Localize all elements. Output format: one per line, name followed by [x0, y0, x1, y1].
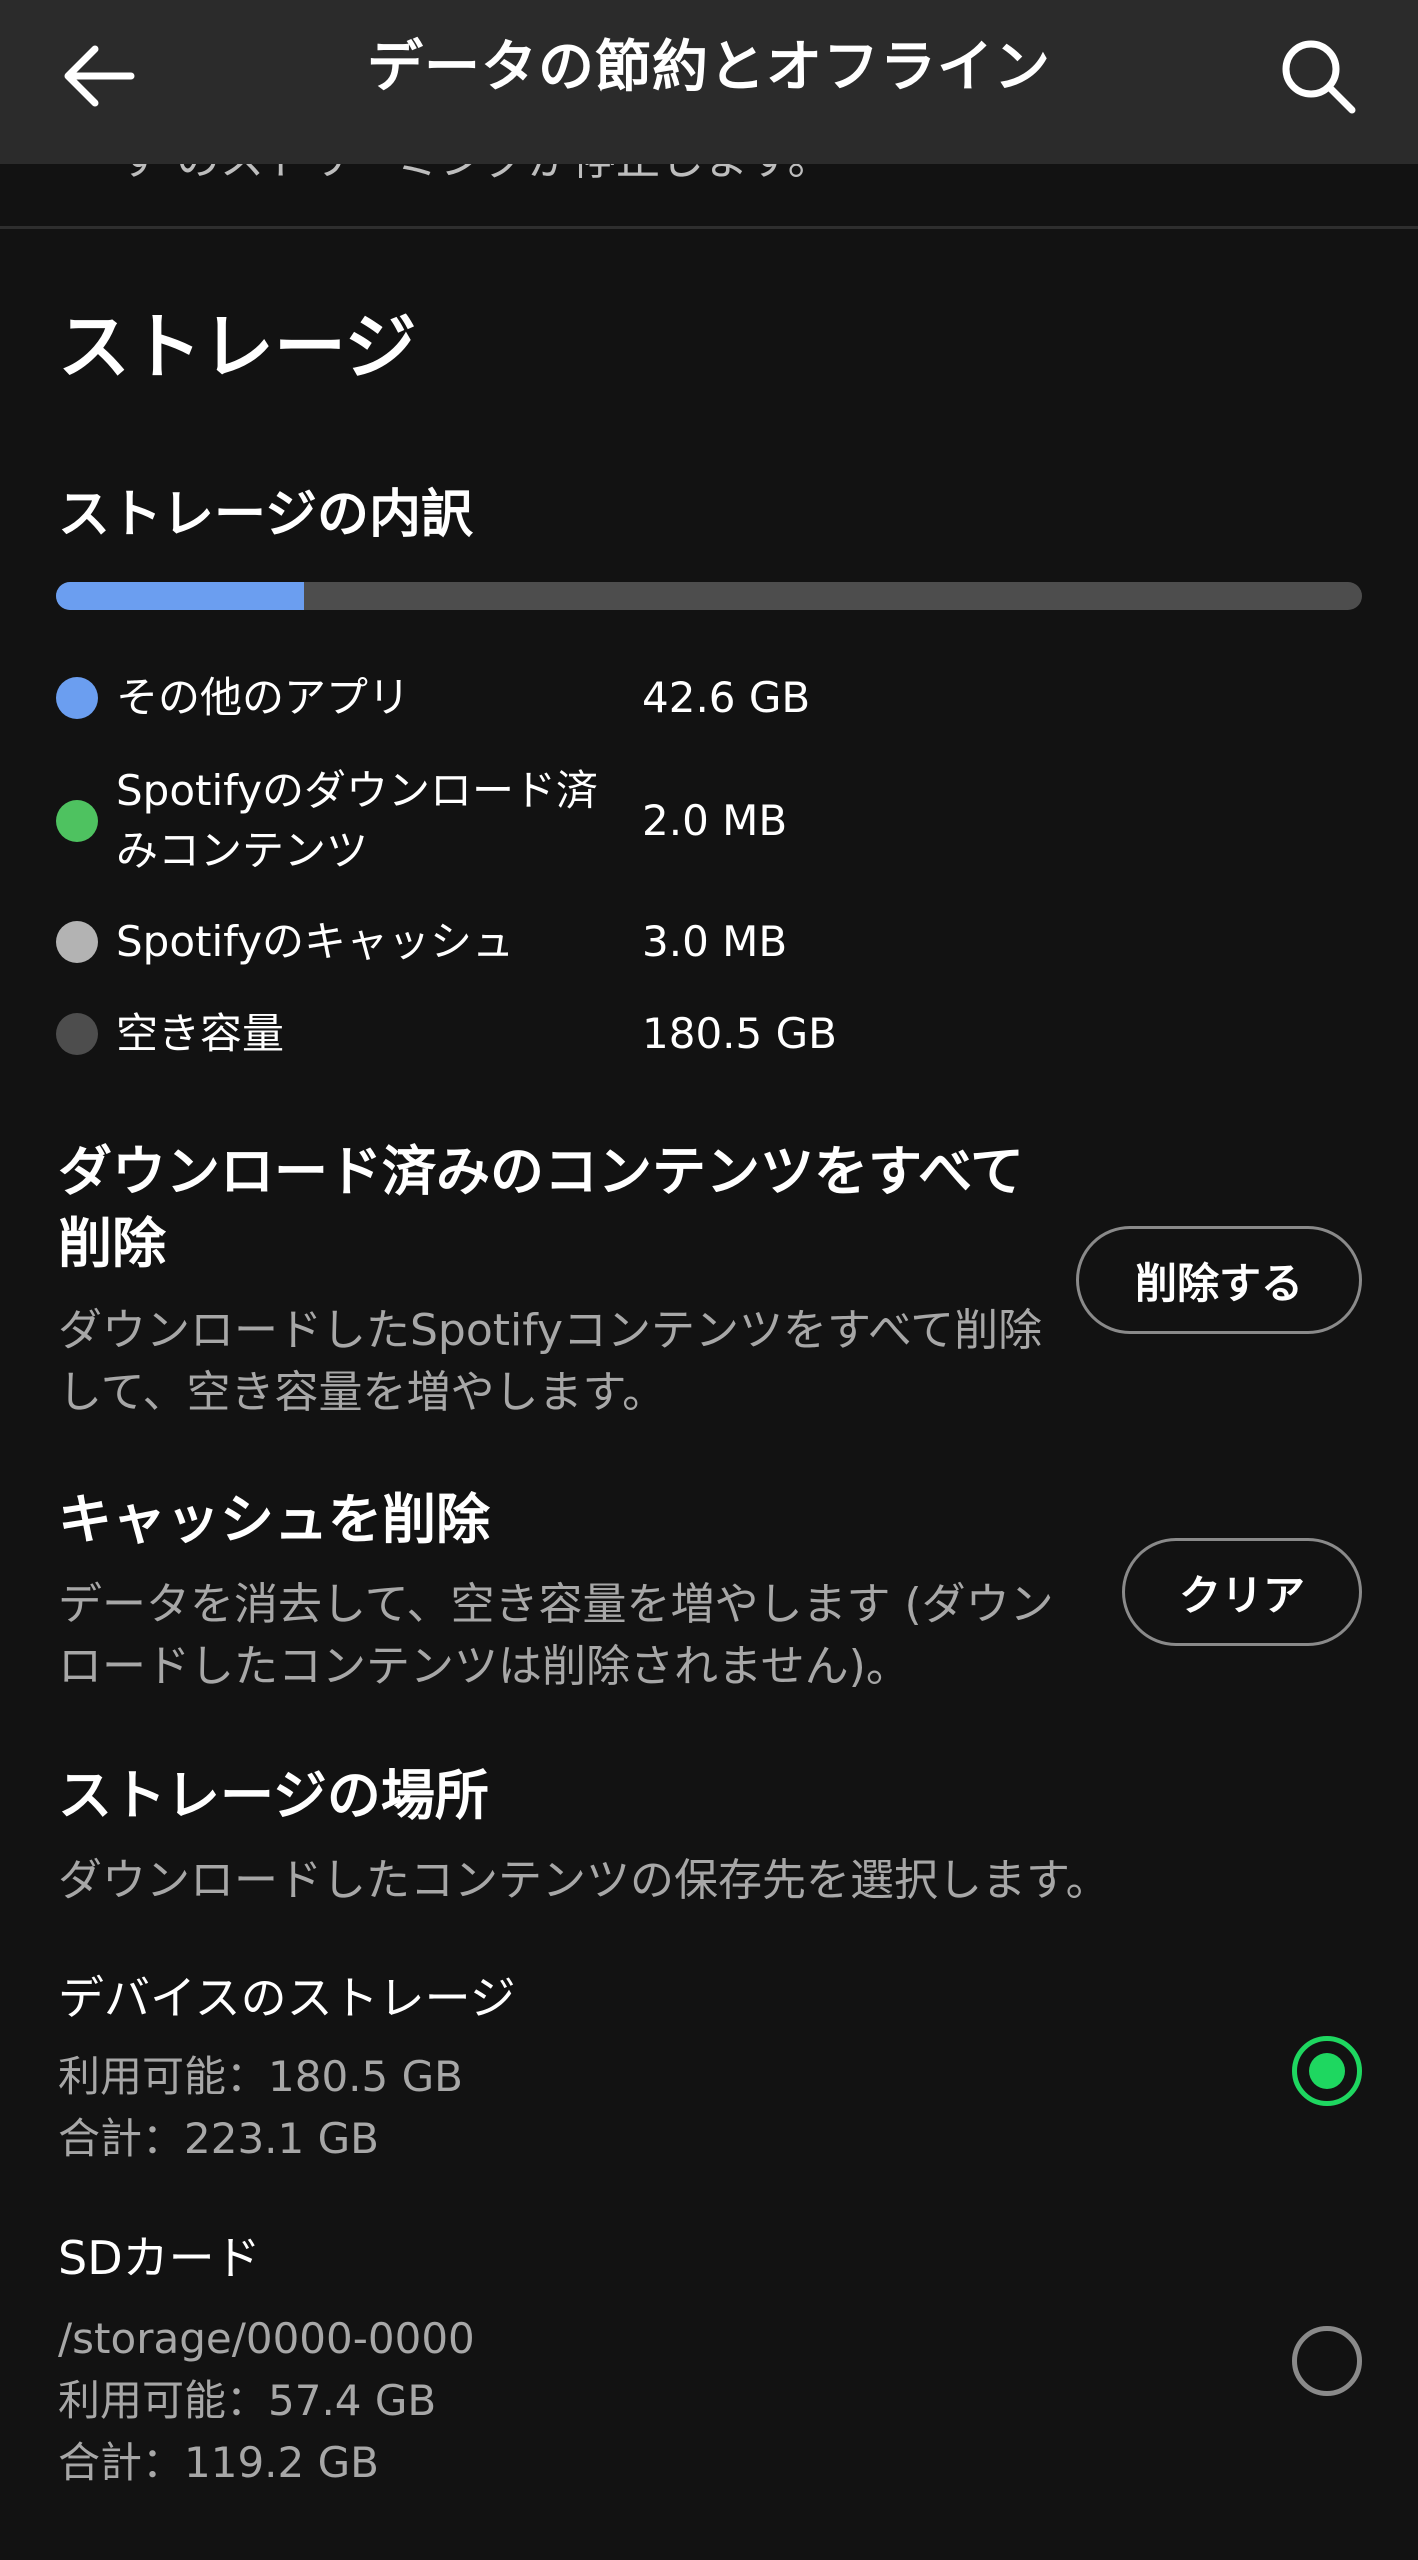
storage-option-name: デバイスのストレージ [58, 1971, 516, 2025]
storage-option-total: 合計：223.1 GB [58, 2114, 379, 2163]
search-icon [1282, 40, 1356, 114]
delete-downloads-title: ダウンロード済みのコンテンツをすべて削除 [58, 1140, 1025, 1275]
storage-location-title: ストレージの場所 [58, 1764, 489, 1827]
legend-item-spotify-cache: Spotifyのキャッシュ 3.0 MB [56, 896, 956, 988]
page-title: データの節約とオフライン [367, 35, 1051, 100]
storage-usage-bar [56, 582, 1362, 610]
legend-dot-free-space [56, 1013, 98, 1055]
storage-option-available: 利用可能：180.5 GB [58, 2052, 463, 2101]
legend-label: Spotifyのキャッシュ [116, 917, 515, 966]
delete-downloads-button[interactable]: 削除する [1076, 1226, 1362, 1334]
storage-legend: その他のアプリ 42.6 GB Spotifyのダウンロード済みコンテンツ 2.… [56, 650, 956, 1080]
storage-section-title: ストレージ [58, 305, 417, 389]
storage-option-available: 利用可能：57.4 GB [58, 2376, 437, 2425]
legend-item-spotify-downloads: Spotifyのダウンロード済みコンテンツ 2.0 MB [56, 746, 956, 896]
legend-label: その他のアプリ [116, 673, 411, 722]
legend-value: 3.0 MB [642, 917, 788, 966]
top-app-bar: データの節約とオフライン [0, 0, 1418, 164]
legend-value: 42.6 GB [642, 673, 811, 722]
storage-usage-bar-fill [56, 582, 305, 610]
legend-dot-other-apps [56, 677, 98, 719]
storage-option-name: SDカード [58, 2231, 261, 2285]
clear-cache-button[interactable]: クリア [1122, 1538, 1362, 1646]
legend-value: 2.0 MB [642, 796, 788, 845]
legend-label: 空き容量 [116, 1009, 285, 1058]
delete-downloads-description: ダウンロードしたSpotifyコンテンツをすべて削除して、空き容量を増やします。 [58, 1305, 1043, 1418]
clear-cache-title: キャッシュを削除 [58, 1488, 490, 1551]
legend-label: Spotifyのダウンロード済みコンテンツ [116, 766, 599, 875]
storage-breakdown-title: ストレージの内訳 [58, 485, 473, 545]
storage-option-total: 合計：119.2 GB [58, 2438, 379, 2487]
legend-item-free-space: 空き容量 180.5 GB [56, 988, 956, 1080]
legend-dot-spotify-cache [56, 921, 98, 963]
legend-value: 180.5 GB [642, 1009, 837, 1058]
legend-item-other-apps: その他のアプリ 42.6 GB [56, 650, 956, 746]
clear-cache-description: データを消去して、空き容量を増やします (ダウンロードしたコンテンツは削除されま… [58, 1579, 1054, 1692]
radio-selected-dot [1309, 2053, 1345, 2089]
storage-option-path: /storage/0000-0000 [58, 2314, 475, 2363]
section-divider [0, 226, 1418, 229]
search-button[interactable] [1268, 26, 1368, 126]
radio-sd-card[interactable] [1292, 2326, 1362, 2396]
storage-location-description: ダウンロードしたコンテンツの保存先を選択します。 [58, 1855, 1110, 1906]
radio-device-storage[interactable] [1292, 2036, 1362, 2106]
legend-dot-spotify-downloads [56, 800, 98, 842]
